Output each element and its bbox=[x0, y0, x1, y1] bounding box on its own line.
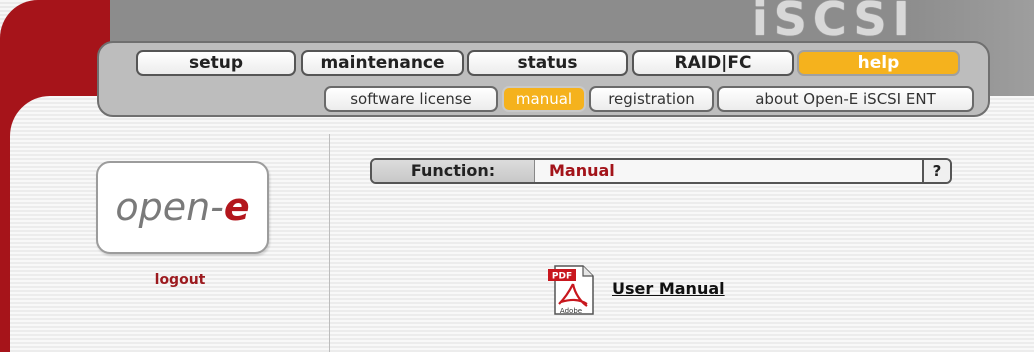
tab-status[interactable]: status bbox=[467, 50, 628, 76]
tab-help[interactable]: help bbox=[797, 50, 960, 76]
subtab-about[interactable]: about Open-E iSCSI ENT bbox=[717, 86, 974, 112]
subtab-software-license[interactable]: software license bbox=[324, 86, 498, 112]
function-label: Function: bbox=[372, 160, 535, 182]
function-bar: Function: Manual ? bbox=[370, 158, 952, 184]
function-value: Manual bbox=[549, 161, 615, 180]
tab-raid-fc[interactable]: RAID|FC bbox=[632, 50, 794, 76]
tab-setup[interactable]: setup bbox=[136, 50, 296, 76]
help-button[interactable]: ? bbox=[922, 160, 950, 182]
subtab-manual[interactable]: manual bbox=[502, 86, 586, 112]
column-divider bbox=[329, 134, 330, 352]
logo-main: open- bbox=[115, 185, 224, 229]
tab-maintenance[interactable]: maintenance bbox=[301, 50, 464, 76]
subtab-registration[interactable]: registration bbox=[589, 86, 714, 112]
user-manual-link[interactable]: User Manual bbox=[612, 279, 725, 298]
pdf-icon-label: PDF bbox=[552, 272, 572, 282]
open-e-logo: open-e bbox=[96, 161, 269, 254]
open-e-logo-text: open-e bbox=[98, 185, 267, 229]
pdf-icon-adobe: Adobe bbox=[560, 307, 582, 315]
iscsi-logo: iSCSI bbox=[752, 0, 916, 46]
logout-link[interactable]: logout bbox=[145, 272, 215, 288]
logo-accent: e bbox=[223, 185, 250, 229]
pdf-icon[interactable]: PDF Adobe bbox=[545, 262, 597, 316]
